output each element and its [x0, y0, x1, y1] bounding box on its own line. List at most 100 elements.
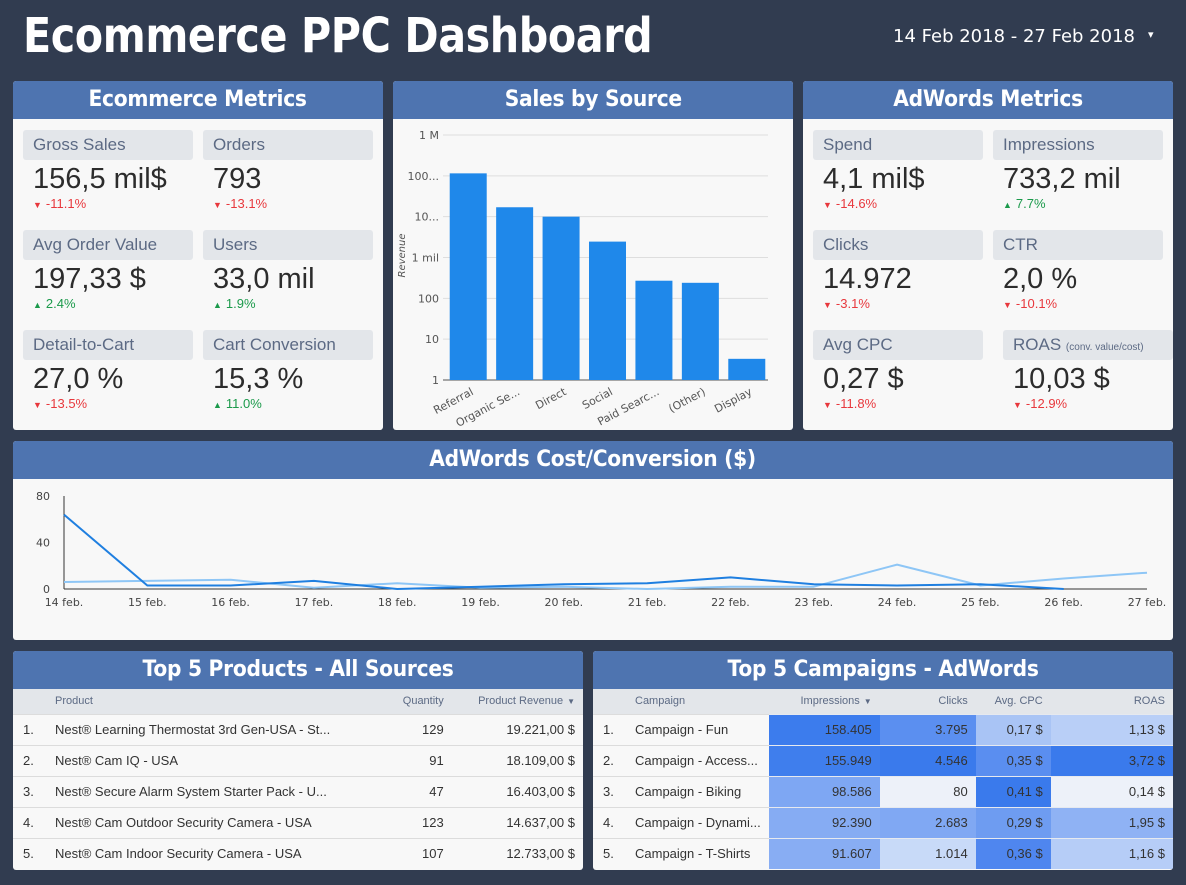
metric-value: 197,33 $: [33, 263, 146, 295]
bar-referral: [449, 173, 487, 380]
metric-delta-value: -13.5%: [45, 396, 88, 411]
metric-delta: ▲ 2.4%: [23, 296, 193, 313]
ecommerce-metrics-panel: Ecommerce Metrics Gross Sales 156,5 mil$ ▼…: [13, 81, 383, 430]
metric-label-text: Cart Conversion: [213, 335, 336, 354]
sort-descending-icon: ▼: [567, 697, 575, 707]
metric-delta: ▼ -13.5%: [23, 396, 193, 413]
metric-card: Gross Sales 156,5 mil$ ▼ -11.1%: [23, 130, 193, 213]
clicks: 3.795: [879, 713, 976, 745]
metric-label: Orders: [203, 130, 373, 160]
y-tick-label: 1 M: [419, 129, 439, 142]
table-row[interactable]: 2. Nest® Cam IQ - USA 91 18.109,00 $: [13, 744, 583, 776]
metric-label: Avg CPC: [813, 330, 983, 360]
metric-card: Orders 793 ▼ -13.1%: [203, 130, 373, 213]
column-header-product-revenue[interactable]: Product Revenue ▼: [451, 689, 583, 714]
arrow-down-icon: ▼: [33, 200, 42, 210]
column-header-avg-cpc[interactable]: Avg. CPC: [975, 689, 1051, 714]
metric-label: Users: [203, 230, 373, 260]
metric-label: ROAS (conv. value/cost): [1003, 330, 1173, 360]
x-tick-label: 24 feb.: [878, 596, 917, 609]
table-row[interactable]: 2. Campaign - Access... 155.949 4.546 0,35 $…: [593, 744, 1173, 776]
impressions: 155.949: [768, 744, 880, 776]
metric-label-text: Orders: [213, 135, 265, 154]
table-row[interactable]: 3. Campaign - Biking 98.586 80 0,41 $0,14 $: [593, 775, 1173, 807]
column-header-product[interactable]: Product: [47, 689, 386, 714]
column-header-clicks[interactable]: Clicks: [879, 689, 976, 714]
table-row[interactable]: 1. Campaign - Fun 158.405 3.795 0,17 $1,13 $: [593, 713, 1173, 745]
metric-label: Detail-to-Cart: [23, 330, 193, 360]
y-tick-label: 80: [36, 490, 50, 503]
sales-by-source-panel: Sales by Source 1 10 100 1 mil 10... 100... 1 …: [393, 81, 793, 430]
arrow-up-icon: ▲: [1003, 200, 1012, 210]
x-tick-label: 20 feb.: [545, 596, 584, 609]
column-header-index: [593, 689, 627, 714]
column-header-quantity[interactable]: Quantity: [385, 689, 452, 714]
row-index: 2.: [13, 744, 47, 776]
arrow-up-icon: ▲: [213, 300, 222, 310]
metric-label-text: Avg Order Value: [33, 235, 158, 254]
adwords-cost-conversion-panel: AdWords Cost/Conversion ($) 0 40 80 14 feb.…: [13, 441, 1173, 640]
arrow-down-icon: ▼: [823, 300, 832, 310]
metric-card: ROAS (conv. value/cost) 10,03 $ ▼ -12.9%: [1003, 330, 1173, 413]
metric-value: 27,0 %: [33, 363, 124, 395]
quantity: 91: [385, 744, 452, 776]
roas: 1,13 $: [1050, 713, 1173, 745]
metric-card: Cart Conversion 15,3 % ▲ 11.0%: [203, 330, 373, 413]
metric-card: Spend 4,1 mil$ ▼ -14.6%: [813, 130, 983, 213]
metric-label-text: Users: [213, 235, 258, 254]
metric-value: 2,0 %: [1003, 263, 1078, 295]
metric-delta-value: -11.1%: [45, 196, 87, 211]
table-row[interactable]: 3. Nest® Secure Alarm System Starter Pack…: [13, 775, 583, 807]
x-tick-label: 19 feb.: [461, 596, 500, 609]
product-revenue: 16.403,00 $: [451, 775, 583, 807]
chevron-down-icon[interactable]: ▾: [1148, 28, 1154, 41]
top-campaigns-table: Campaign Impressions ▼ Clicks Avg. CPC RO…: [593, 689, 1173, 869]
clicks: 2.683: [879, 806, 976, 838]
table-row[interactable]: 4. Nest® Cam Outdoor Security Camera - US…: [13, 806, 583, 838]
arrow-down-icon: ▼: [213, 200, 222, 210]
metric-value: 15,3 %: [213, 363, 304, 395]
table-row[interactable]: 5. Campaign - T-Shirts 91.607 1.014 0,36 $1,…: [593, 837, 1173, 869]
metric-card: Avg Order Value 197,33 $ ▲ 2.4%: [23, 230, 193, 313]
column-header-impressions[interactable]: Impressions ▼: [768, 689, 880, 714]
metric-card: Impressions 733,2 mil ▲ 7.7%: [993, 130, 1163, 213]
panel-title: Top 5 Products - All Sources: [13, 651, 583, 689]
arrow-down-icon: ▼: [823, 400, 832, 410]
metric-delta-value: 7.7%: [1015, 196, 1046, 211]
column-header-roas[interactable]: ROAS: [1050, 689, 1173, 714]
product-revenue: 19.221,00 $: [451, 713, 583, 745]
table-header-row: Campaign Impressions ▼ Clicks Avg. CPC RO…: [593, 689, 1173, 714]
metric-label: Clicks: [813, 230, 983, 260]
metric-label-text: Gross Sales: [33, 135, 126, 154]
metric-label-text: Avg CPC: [823, 335, 893, 354]
metric-label: Avg Order Value: [23, 230, 193, 260]
x-tick-label: 25 feb.: [961, 596, 1000, 609]
y-tick-label: 1 mil: [412, 252, 439, 265]
column-header-index: [13, 689, 47, 714]
metric-delta-value: -13.1%: [225, 196, 268, 211]
table-row[interactable]: 4. Campaign - Dynami... 92.390 2.683 0,29 $1…: [593, 806, 1173, 838]
metric-delta-value: 1.9%: [225, 296, 256, 311]
date-range-selector[interactable]: 14 Feb 2018 - 27 Feb 2018: [893, 26, 1135, 47]
table-row[interactable]: 5. Nest® Cam Indoor Security Camera - USA…: [13, 837, 583, 869]
metric-label: Gross Sales: [23, 130, 193, 160]
avg-cpc: 0,36 $: [975, 837, 1051, 869]
metric-delta: ▼ -11.8%: [813, 396, 983, 413]
table-header-row: Product Quantity Product Revenue ▼: [13, 689, 583, 714]
cost-per-conversion-chart: 0 40 80 14 feb. 15 feb. 16 feb. 17 feb. 18 feb.…: [36, 490, 1166, 609]
x-tick-label: 17 feb.: [295, 596, 334, 609]
clicks: 80: [879, 775, 976, 807]
campaign-name: Campaign - Access...: [627, 744, 769, 776]
column-header-campaign[interactable]: Campaign: [627, 689, 769, 714]
avg-cpc: 0,17 $: [975, 713, 1051, 745]
product-name: Nest® Secure Alarm System Starter Pack -…: [47, 775, 386, 807]
bar-direct: [542, 216, 580, 380]
panel-title: Sales by Source: [393, 81, 793, 119]
metric-card: Clicks 14.972 ▼ -3.1%: [813, 230, 983, 313]
product-revenue: 12.733,00 $: [451, 837, 583, 869]
table-row[interactable]: 1. Nest® Learning Thermostat 3rd Gen-USA …: [13, 713, 583, 745]
roas: 1,16 $: [1050, 837, 1173, 869]
arrow-down-icon: ▼: [823, 200, 832, 210]
metric-delta: ▲ 7.7%: [993, 196, 1163, 213]
dashboard-header: Ecommerce PPC Dashboard 14 Feb 2018 - 27…: [0, 0, 1186, 80]
